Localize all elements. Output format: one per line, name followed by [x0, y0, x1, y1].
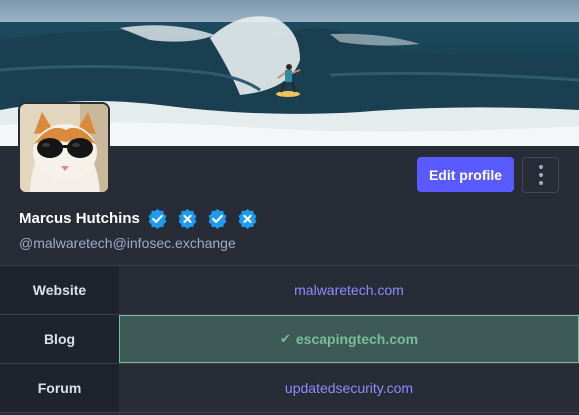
- field-label: Blog: [0, 315, 119, 363]
- field-value-link[interactable]: updatedsecurity.com: [119, 364, 579, 412]
- verified-check-icon: [148, 208, 167, 229]
- avatar[interactable]: [18, 102, 110, 194]
- field-value-text[interactable]: malwaretech.com: [294, 282, 404, 298]
- display-name: Marcus Hutchins: [19, 210, 140, 227]
- field-value-text[interactable]: updatedsecurity.com: [285, 380, 413, 396]
- verified-x-icon: [178, 208, 197, 229]
- kebab-dot: [538, 173, 543, 177]
- kebab-menu-icon: [538, 165, 543, 169]
- cat-with-sunglasses-avatar-image: [20, 104, 108, 192]
- field-label: Forum: [0, 364, 119, 412]
- profile-fields-table: Website malwaretech.com Blog ✔ escapingte…: [0, 265, 579, 413]
- field-value-text[interactable]: escapingtech.com: [296, 331, 418, 347]
- more-options-button[interactable]: [522, 157, 559, 193]
- field-row-blog: Blog ✔ escapingtech.com: [0, 315, 579, 364]
- verification-badges: [147, 208, 258, 229]
- verified-x-icon: [238, 208, 257, 229]
- verified-checkmark-icon: ✔: [279, 331, 291, 346]
- field-value-link[interactable]: malwaretech.com: [119, 266, 579, 314]
- kebab-dot: [538, 181, 543, 185]
- field-row-website: Website malwaretech.com: [0, 266, 579, 315]
- field-row-forum: Forum updatedsecurity.com: [0, 364, 579, 413]
- username-handle: @malwaretech@infosec.exchange: [19, 235, 236, 251]
- field-label: Website: [0, 266, 119, 314]
- verified-check-icon: [208, 208, 227, 229]
- edit-profile-button[interactable]: Edit profile: [417, 157, 514, 192]
- field-value-verified-link[interactable]: ✔ escapingtech.com: [119, 315, 579, 363]
